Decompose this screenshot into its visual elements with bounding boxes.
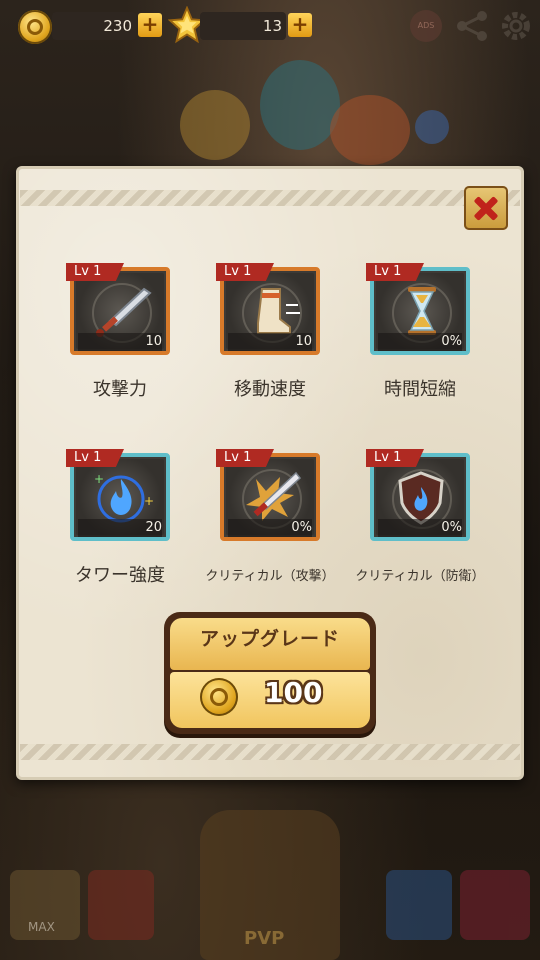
gamepad-button[interactable]	[460, 870, 530, 940]
upgrade-cost: 100	[264, 676, 323, 709]
gear-icon[interactable]	[498, 8, 534, 44]
background-character	[330, 95, 410, 165]
share-icon[interactable]	[454, 8, 490, 44]
ads-label: ADS	[417, 21, 435, 30]
skill-critical-attack[interactable]: 0% Lv 1 クリティカル（攻撃）	[205, 449, 335, 584]
panel-bottom-border	[20, 744, 520, 760]
star-count: 13	[262, 17, 282, 35]
sword-icon	[96, 287, 152, 337]
skill-value: 20	[145, 520, 162, 535]
coin-counter: 230	[52, 12, 136, 40]
upgrade-label: アップグレード	[199, 628, 340, 650]
critical-sword-icon	[246, 471, 302, 521]
skill-level-badge: Lv 1	[366, 449, 424, 467]
background-character	[415, 110, 449, 144]
max-label: MAX	[28, 920, 55, 934]
skill-tower-strength[interactable]: + + 20 Lv 1 タワー強度	[66, 449, 170, 586]
card-deck-button[interactable]	[88, 870, 154, 940]
boot-icon	[257, 288, 300, 334]
skill-value: 10	[295, 334, 312, 349]
coin-count: 230	[103, 17, 132, 35]
skill-name: クリティカル（防衛）	[355, 569, 485, 584]
shield-flame-icon	[398, 471, 444, 525]
background-character	[180, 90, 250, 160]
add-stars-button[interactable]: +	[288, 13, 312, 37]
skill-critical-defense[interactable]: 0% Lv 1 クリティカル（防衛）	[355, 449, 485, 584]
skill-value: 0%	[441, 334, 462, 349]
background-character	[260, 60, 340, 150]
resource-bar: 230 + 13 + ADS	[0, 0, 540, 52]
skill-value: 0%	[291, 520, 312, 535]
pvp-label: PVP	[244, 928, 285, 949]
skill-name: 時間短縮	[384, 379, 456, 400]
panel-top-border	[20, 190, 520, 206]
skill-level-badge: Lv 1	[66, 263, 124, 281]
skill-level-badge: Lv 1	[66, 449, 124, 467]
coin-icon	[18, 10, 52, 44]
skill-level-badge: Lv 1	[216, 263, 274, 281]
skill-level-badge: Lv 1	[366, 263, 424, 281]
star-counter: 13	[200, 12, 286, 40]
blue-flame-icon: + +	[94, 472, 154, 523]
skill-time-reduction[interactable]: 0% Lv 1 時間短縮	[366, 263, 470, 400]
close-button[interactable]	[464, 186, 508, 230]
upgrade-button[interactable]: アップグレード 100	[164, 612, 376, 734]
svg-text:+: +	[144, 494, 154, 508]
svg-text:+: +	[94, 472, 104, 486]
add-coins-button[interactable]: +	[138, 13, 162, 37]
skill-move-speed[interactable]: 10 Lv 1 移動速度	[216, 263, 320, 400]
coin-icon	[200, 678, 238, 716]
remove-ads-button[interactable]: ADS	[410, 10, 442, 42]
skill-level-badge: Lv 1	[216, 449, 274, 467]
skill-value: 0%	[441, 520, 462, 535]
skill-attack[interactable]: 10 Lv 1 攻撃力	[66, 263, 170, 400]
like-button[interactable]	[386, 870, 452, 940]
hourglass-icon	[408, 287, 436, 335]
skill-value: 10	[145, 334, 162, 349]
